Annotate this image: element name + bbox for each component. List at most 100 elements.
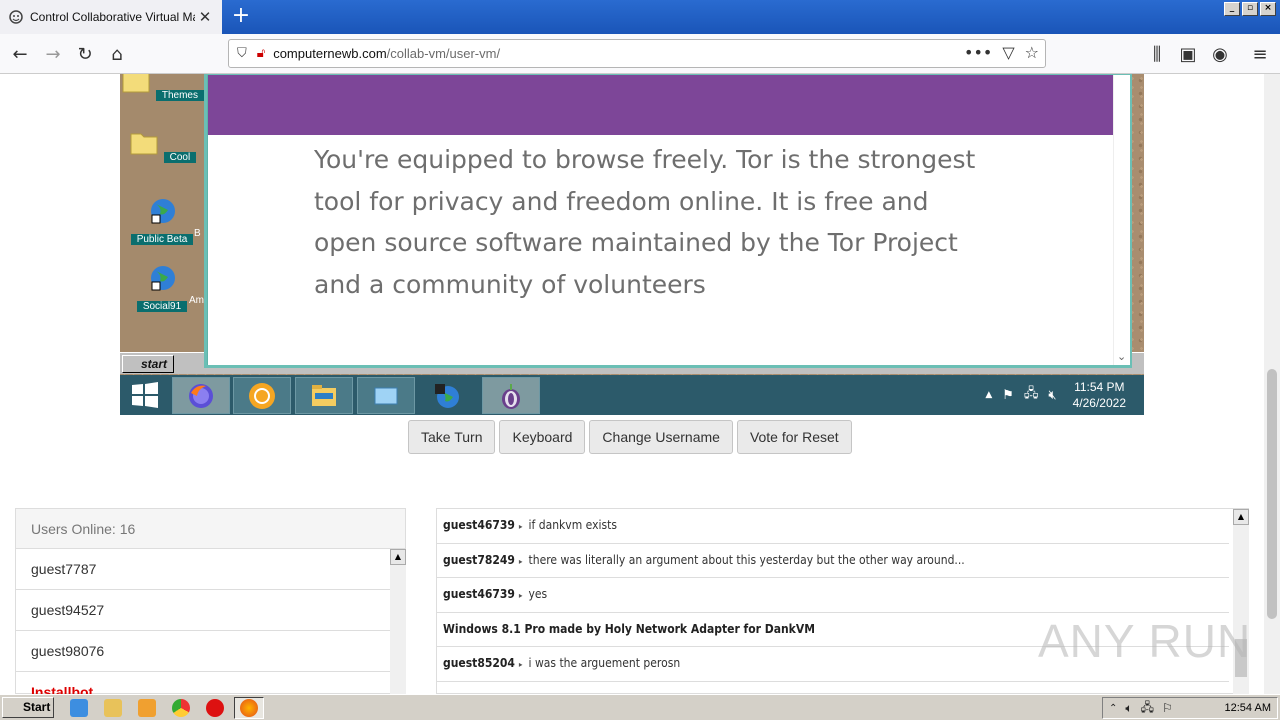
browser-tab[interactable]: Control Collaborative Virtual Machines ✕ <box>0 0 222 34</box>
vote-reset-button[interactable]: Vote for Reset <box>736 420 852 454</box>
close-tab-icon[interactable]: ✕ <box>196 8 214 26</box>
volume-icon[interactable]: 🔈︎ <box>1125 701 1132 716</box>
anyrun-watermark: ANY RUN <box>1038 615 1252 667</box>
page-content: Themes Cool Public Beta Social91 B Am st… <box>0 74 1264 694</box>
taskbar-globe[interactable] <box>418 377 476 414</box>
user-list-item[interactable]: guest7787 <box>16 549 391 590</box>
host-clock[interactable]: 12:54 AM <box>1225 702 1271 714</box>
taskbar-app[interactable] <box>357 377 415 414</box>
menu-icon[interactable]: ≡ <box>1248 42 1272 66</box>
insecure-lock-icon[interactable]: 🔓︎ <box>257 46 265 61</box>
opera-icon[interactable] <box>206 699 224 717</box>
close-window-button[interactable]: × <box>1260 2 1276 16</box>
sidebar-icon[interactable]: ▣ <box>1176 42 1200 66</box>
take-turn-button[interactable]: Take Turn <box>408 420 496 454</box>
desktop-icon-themes[interactable]: Themes <box>120 74 204 126</box>
flag-icon[interactable]: ⚑ <box>1002 388 1014 403</box>
tor-header-banner <box>208 75 1113 135</box>
chat-text: i was the arguement perosn <box>528 656 681 670</box>
globe-shortcut-icon <box>151 266 175 291</box>
change-username-button[interactable]: Change Username <box>589 420 733 454</box>
taskbar-chrome-like[interactable] <box>233 377 291 414</box>
tor-scrollbar[interactable]: ⌄ <box>1113 75 1130 365</box>
page-scroll-thumb[interactable] <box>1267 369 1277 619</box>
desktop-partial-label: B <box>194 228 201 239</box>
globe-shortcut-icon <box>151 199 175 224</box>
restore-button[interactable]: ▫ <box>1242 2 1258 16</box>
back-arrow-icon[interactable]: ← <box>8 42 32 66</box>
page-actions-icon[interactable]: ••• <box>964 43 992 62</box>
chrome-icon[interactable] <box>172 699 190 717</box>
chat-separator-icon: ▸ <box>518 522 523 531</box>
minimize-button[interactable]: _ <box>1224 2 1240 16</box>
chevron-down-icon[interactable]: ⌄ <box>1117 350 1126 363</box>
taskbar-explorer[interactable] <box>295 377 353 414</box>
desktop-icon-social91[interactable]: Social91 <box>120 263 204 323</box>
users-scrollbar[interactable]: ▲ <box>390 549 406 694</box>
network-icon[interactable]: 🖧︎ <box>1141 698 1154 719</box>
volume-muted-icon[interactable]: 🔇︎ <box>1048 388 1056 403</box>
host-system-tray: ⌃ 🔈︎ 🖧︎ ⚐ 12:54 AM <box>1102 697 1278 719</box>
host-firefox-task[interactable] <box>234 697 264 719</box>
reload-icon[interactable]: ↻ <box>73 42 97 66</box>
url-path: /collab-vm/user-vm/ <box>386 46 501 61</box>
user-list-item[interactable]: guest98076 <box>16 631 391 672</box>
user-list-item[interactable]: guest94527 <box>16 590 391 631</box>
window-app-icon <box>374 387 398 404</box>
browser-tab-bar: Control Collaborative Virtual Machines ✕… <box>0 0 1280 34</box>
tray-expand-icon[interactable]: ▲ <box>985 390 992 400</box>
file-explorer-icon <box>312 384 336 406</box>
chat-separator-icon: ▸ <box>518 556 523 566</box>
ie-icon[interactable] <box>70 699 88 717</box>
library-icon[interactable]: ⫼ <box>1145 42 1169 66</box>
forward-arrow-icon[interactable]: → <box>41 42 65 66</box>
shield-icon[interactable]: ⛉ <box>237 46 247 61</box>
user-list-item[interactable]: Installbot <box>16 672 391 694</box>
users-online-header: Users Online: 16 <box>16 509 405 549</box>
tor-browser-window[interactable]: You're equipped to browse freely. Tor is… <box>204 74 1132 368</box>
scroll-up-arrow-icon[interactable]: ▲ <box>390 549 406 565</box>
win8-clock[interactable]: 11:54 PM 4/26/2022 <box>1073 379 1126 411</box>
firefox-icon <box>189 383 213 408</box>
flag-icon[interactable]: ⚐ <box>1162 701 1173 715</box>
page-scrollbar[interactable] <box>1264 74 1280 694</box>
win98-start-button[interactable]: start <box>122 355 174 373</box>
chat-separator-icon: ▸ <box>518 591 523 600</box>
tor-welcome-text: You're equipped to browse freely. Tor is… <box>314 145 976 299</box>
url-bar[interactable]: ⛉ 🔓︎ computernewb.com/collab-vm/user-vm/… <box>228 39 1046 68</box>
url-domain: computernewb.com <box>273 46 387 61</box>
new-tab-button[interactable]: + <box>228 4 254 30</box>
vm-controls: Take Turn Keyboard Change Username Vote … <box>408 420 852 454</box>
scroll-up-arrow-icon[interactable]: ▲ <box>1233 509 1249 525</box>
chat-nick[interactable]: guest85204 <box>443 656 515 670</box>
taskbar-firefox[interactable] <box>172 377 230 414</box>
win8-system-tray: ▲ ⚑ 🖧︎ 🔇︎ 11:54 PM 4/26/2022 <box>985 375 1144 415</box>
desktop-icon-cool[interactable]: Cool <box>120 128 204 188</box>
desktop-icon-label: Social91 <box>136 301 188 312</box>
tray-expand-icon[interactable]: ⌃ <box>1109 703 1117 714</box>
account-icon[interactable]: ◉ <box>1208 42 1232 66</box>
tab-title: Control Collaborative Virtual Machines <box>30 10 195 24</box>
keyboard-button[interactable]: Keyboard <box>499 420 586 454</box>
folder-icon <box>130 133 158 155</box>
media-player-icon[interactable] <box>138 699 156 717</box>
chat-message: guest46739 ▸ yes <box>437 578 1229 613</box>
win8-clock-time: 11:54 PM <box>1074 380 1125 394</box>
vm-screen[interactable]: Themes Cool Public Beta Social91 B Am st… <box>120 74 1144 415</box>
bookmark-star-icon[interactable]: ☆ <box>1025 43 1039 62</box>
win98-desktop: Themes Cool Public Beta Social91 B Am <box>120 74 204 374</box>
home-icon[interactable]: ⌂ <box>105 42 129 66</box>
tor-onion-icon <box>502 383 520 409</box>
chat-message: guest46739 ▸ if dankvm exists <box>437 509 1229 544</box>
win8-taskbar: ▲ ⚑ 🖧︎ 🔇︎ 11:54 PM 4/26/2022 <box>120 375 1144 415</box>
taskbar-tor[interactable] <box>482 377 540 414</box>
host-start-button[interactable]: Start <box>2 697 54 718</box>
chat-nick[interactable]: guest78249 <box>443 553 515 567</box>
pocket-icon[interactable]: ▽ <box>1002 43 1014 62</box>
chat-nick[interactable]: guest46739 <box>443 518 515 532</box>
desktop-icon-public-beta[interactable]: Public Beta <box>120 196 204 256</box>
chat-nick[interactable]: guest46739 <box>443 587 515 601</box>
network-icon[interactable]: 🖧︎ <box>1024 384 1039 406</box>
folder-icon[interactable] <box>104 699 122 717</box>
windows-logo-icon[interactable] <box>128 381 162 409</box>
